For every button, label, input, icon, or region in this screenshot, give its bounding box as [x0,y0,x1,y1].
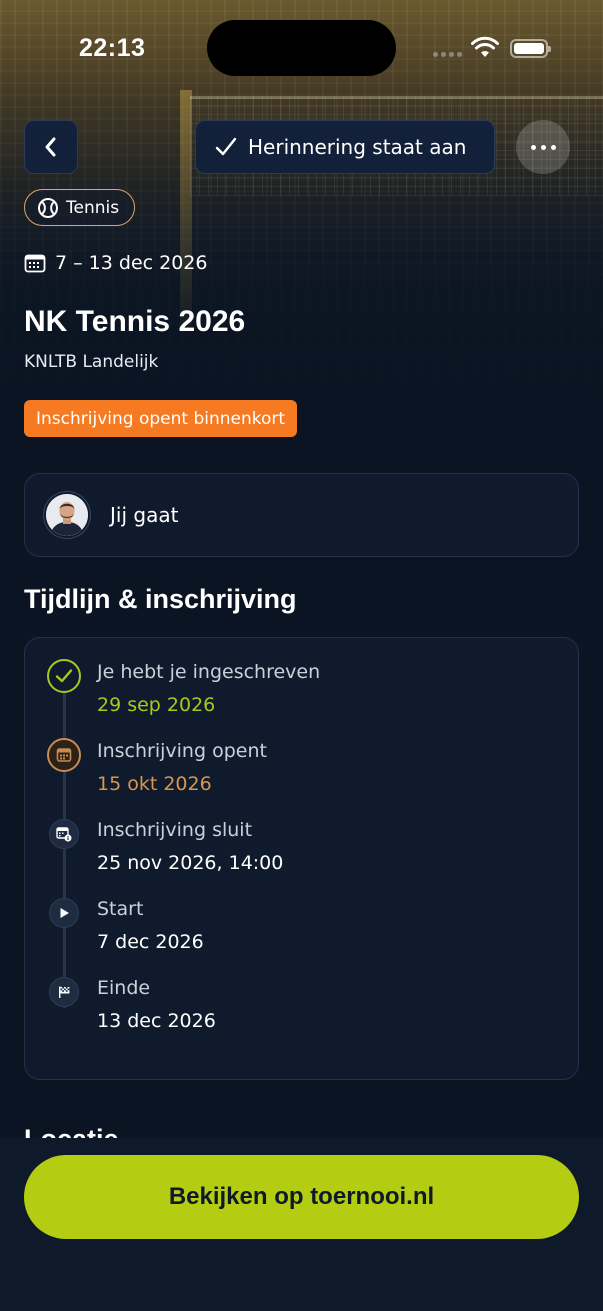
calendar-icon [47,738,81,772]
sport-chip: Tennis [24,189,136,226]
attendance-card[interactable]: Jij gaat [24,473,579,557]
calendar-icon [24,254,46,273]
timeline-item-registration-opens: Inschrijving opent 15 okt 2026 [47,738,547,808]
timeline-item-registered: Je hebt je ingeschreven 29 sep 2026 [47,659,547,729]
timeline-item-registration-closes: Inschrijving sluit 25 nov 2026, 14:00 [47,817,547,887]
more-dot-icon [550,144,556,150]
play-icon [49,898,79,928]
timeline-date: 13 dec 2026 [97,1010,216,1032]
checkmark-icon [215,137,237,156]
reminder-label: Herinnering staat aan [248,135,467,159]
timeline-item-start: Start 7 dec 2026 [47,896,547,966]
timeline-date: 25 nov 2026, 14:00 [97,852,284,874]
finish-flag-icon [49,977,79,1007]
cellular-signal-icon [433,52,463,58]
status-bar: 22:13 [0,0,603,96]
timeline-label: Inschrijving opent [97,740,267,762]
more-dot-icon [530,144,536,150]
chevron-left-icon [45,137,56,157]
timeline-label: Inschrijving sluit [97,819,253,841]
timeline-label: Je hebt je ingeschreven [97,661,321,683]
check-icon [47,659,81,693]
timeline-date: 15 okt 2026 [97,773,212,795]
battery-icon [510,39,551,58]
timeline-date: 29 sep 2026 [97,694,216,716]
wifi-icon [471,36,499,57]
timeline-section-title: Tijdlijn & inschrijving [24,584,297,614]
attendance-label: Jij gaat [110,503,179,527]
page-title: NK Tennis 2026 [24,305,246,338]
back-button[interactable] [24,120,78,174]
avatar [44,492,90,538]
tennis-ball-icon [38,197,58,218]
status-badge: Inschrijving opent binnenkort [24,400,298,437]
timeline-date: 7 dec 2026 [97,931,204,953]
dynamic-island [207,20,396,76]
more-options-button[interactable] [516,120,570,174]
sport-label: Tennis [66,197,120,218]
timeline-card: Je hebt je ingeschreven 29 sep 2026 Insc… [24,637,579,1080]
timeline-item-end: Einde 13 dec 2026 [47,975,547,1045]
organizer-label: KNLTB Landelijk [24,352,159,372]
calendar-info-icon [49,819,79,849]
reminder-toggle-button[interactable]: Herinnering staat aan [195,120,495,174]
timeline-label: Einde [97,977,151,999]
event-dates: 7 – 13 dec 2026 [24,252,207,274]
view-on-toernooi-button[interactable]: Bekijken op toernooi.nl [24,1155,579,1239]
clock: 22:13 [79,34,146,62]
date-range: 7 – 13 dec 2026 [55,252,208,274]
more-dot-icon [540,144,546,150]
timeline-label: Start [97,898,144,920]
